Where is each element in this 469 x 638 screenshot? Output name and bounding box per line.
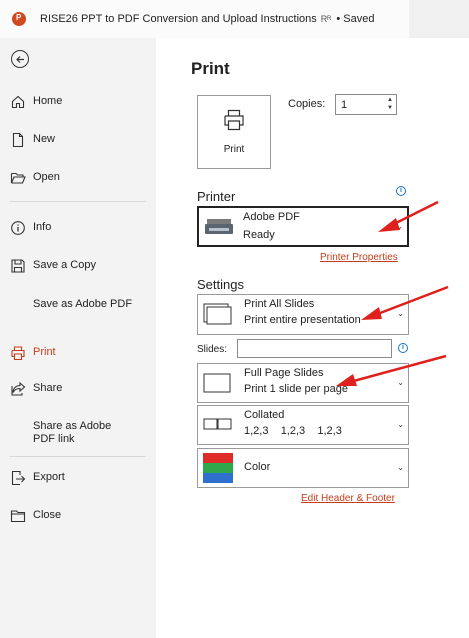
- collation-subtitle: 1,2,3 1,2,3 1,2,3: [244, 425, 342, 437]
- color-dropdown[interactable]: Color ⌄: [197, 448, 409, 488]
- printer-status: Ready: [243, 229, 275, 241]
- printer-device-icon: [205, 219, 233, 234]
- back-button[interactable]: [11, 50, 29, 68]
- sidebar-item-share[interactable]: Share: [0, 374, 156, 404]
- sidebar-item-share-as-adobe-pdf-link[interactable]: Share as Adobe PDF link: [0, 416, 156, 446]
- sidebar-item-label: Print: [33, 346, 56, 358]
- backstage-sidebar: Home New Open Info Save a Copy Save as A…: [0, 38, 156, 638]
- collation-title: Collated: [244, 409, 285, 421]
- sidebar-item-label: Save as Adobe PDF: [33, 298, 133, 310]
- new-document-icon: [12, 132, 24, 148]
- sidebar-item-label: Open: [33, 171, 60, 183]
- sidebar-divider: [10, 456, 146, 457]
- all-slides-icon: [203, 303, 232, 325]
- document-title[interactable]: RISE26 PPT to PDF Conversion and Upload …: [40, 13, 374, 25]
- print-range-title: Print All Slides: [244, 298, 315, 310]
- chevron-down-icon: ⌄: [397, 463, 404, 472]
- title-bar-right-area: [409, 0, 469, 38]
- chevron-down-icon: ⌄: [397, 420, 404, 429]
- sidebar-item-label: Export: [33, 471, 65, 483]
- title-bar: RISE26 PPT to PDF Conversion and Upload …: [0, 0, 469, 38]
- printer-heading: Printer: [197, 189, 236, 204]
- slides-label: Slides:: [197, 344, 228, 355]
- sidebar-item-label: Home: [33, 95, 63, 107]
- printer-properties-link[interactable]: Printer Properties: [320, 252, 398, 263]
- page-title: Print: [191, 59, 230, 78]
- sidebar-item-label: Share: [33, 382, 63, 394]
- export-icon: [11, 470, 26, 486]
- sidebar-item-label: Info: [33, 221, 52, 233]
- info-icon: [11, 221, 25, 235]
- copies-value: 1: [341, 99, 348, 111]
- sidebar-item-home[interactable]: Home: [0, 87, 156, 117]
- sidebar-item-save-as-adobe-pdf[interactable]: Save as Adobe PDF: [0, 294, 156, 324]
- stepper-arrows-icon[interactable]: ▲ ▼: [387, 96, 393, 112]
- share-icon: [11, 381, 26, 396]
- sidebar-item-label: Close: [33, 509, 62, 521]
- sidebar-item-label: Save a Copy: [33, 259, 96, 271]
- annotation-arrow-printer: [378, 200, 439, 232]
- sidebar-item-info[interactable]: Info: [0, 213, 156, 243]
- copies-stepper[interactable]: 1 ▲ ▼: [335, 94, 397, 115]
- collated-icon: [203, 418, 232, 430]
- full-page-slide-icon: [203, 373, 231, 393]
- close-folder-icon: [10, 510, 26, 523]
- save-status: • Saved: [336, 13, 375, 25]
- printer-icon: [224, 109, 244, 131]
- color-title: Color: [244, 461, 271, 473]
- sidebar-item-label: Share as Adobe PDF link: [33, 420, 112, 445]
- layout-title: Full Page Slides: [244, 367, 324, 379]
- back-arrow-icon: [16, 56, 24, 63]
- copies-label: Copies:: [288, 98, 326, 110]
- sidebar-item-label: New: [33, 133, 56, 145]
- sidebar-item-open[interactable]: Open: [0, 163, 156, 193]
- shared-people-icon: Rᴿ: [320, 14, 332, 24]
- sidebar-item-save-a-copy[interactable]: Save a Copy: [0, 251, 156, 281]
- sidebar-item-export[interactable]: Export: [0, 463, 156, 493]
- sidebar-divider: [10, 201, 146, 202]
- open-folder-icon: [10, 172, 26, 184]
- settings-heading: Settings: [197, 277, 244, 292]
- sidebar-item-new[interactable]: New: [0, 125, 156, 155]
- save-copy-icon: [11, 259, 25, 273]
- annotation-arrow-layout: [336, 354, 447, 386]
- collation-dropdown[interactable]: Collated 1,2,3 1,2,3 1,2,3 ⌄: [197, 405, 409, 445]
- annotation-arrow-print-range: [361, 285, 449, 320]
- printer-icon: [11, 346, 25, 361]
- sidebar-item-print[interactable]: Print: [0, 338, 156, 368]
- printer-name: Adobe PDF: [243, 211, 300, 223]
- document-title-text: RISE26 PPT to PDF Conversion and Upload …: [40, 13, 317, 25]
- print-button-label: Print: [223, 144, 245, 155]
- print-button[interactable]: Print: [197, 95, 271, 169]
- print-range-subtitle: Print entire presentation: [244, 314, 361, 326]
- printer-info-icon[interactable]: i: [396, 186, 406, 196]
- edit-header-footer-link[interactable]: Edit Header & Footer: [301, 493, 395, 504]
- home-icon: [11, 95, 25, 109]
- color-swatch-icon: [203, 453, 233, 483]
- powerpoint-logo-icon: [12, 12, 26, 26]
- sidebar-item-close[interactable]: Close: [0, 501, 156, 531]
